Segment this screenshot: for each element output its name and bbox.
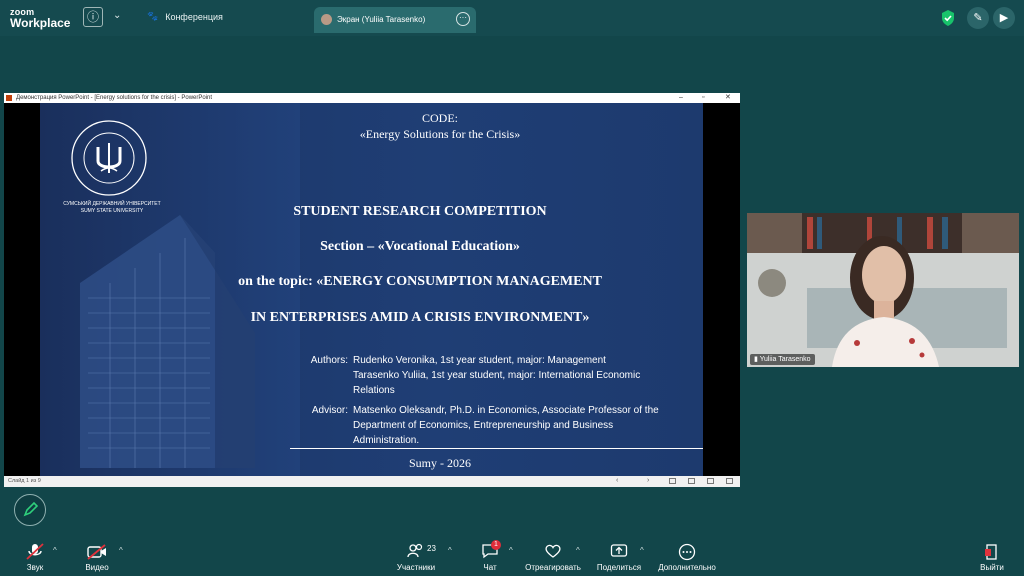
slideshow-view-icon[interactable] xyxy=(726,478,733,484)
prev-slide-icon[interactable]: ‹ xyxy=(616,477,623,484)
chat-options-chevron-icon[interactable]: ^ xyxy=(509,546,513,555)
signal-icon: ▮ xyxy=(754,356,758,363)
code-label: CODE: xyxy=(422,111,458,125)
sorter-view-icon[interactable] xyxy=(688,478,695,484)
leave-icon xyxy=(985,544,997,560)
university-emblem xyxy=(71,120,147,196)
university-name-en: SUMY STATE UNIVERSITY xyxy=(80,208,144,214)
camera-off-icon xyxy=(87,544,106,560)
advisor-line1: Matsenko Oleksandr, Ph.D. in Economics, … xyxy=(353,405,659,416)
slide-counter: Слайд 1 из 9 xyxy=(8,478,41,484)
paw-icon: 🐾 xyxy=(147,11,159,21)
close-icon[interactable]: ✕ xyxy=(725,93,731,103)
author-1: Rudenko Veronika, 1st year student, majo… xyxy=(353,355,606,366)
next-slide-icon[interactable]: › xyxy=(647,477,654,484)
advisor-label: Advisor: xyxy=(311,405,348,416)
zoom-logo: zoom Workplace xyxy=(10,8,71,30)
share-options-chevron-icon[interactable]: ^ xyxy=(640,546,644,555)
info-icon[interactable]: ⓘ xyxy=(83,7,103,27)
footer-rule xyxy=(290,448,703,449)
slide-stage: СУМСЬКИЙ ДЕРЖАВНИЙ УНІВЕРСИТЕТ SUMY STAT… xyxy=(4,103,740,476)
annotate-fab-button[interactable] xyxy=(14,494,46,526)
react-options-chevron-icon[interactable]: ^ xyxy=(576,546,580,555)
video-button[interactable]: Видео xyxy=(82,543,112,572)
share-label: Поделиться xyxy=(596,563,642,572)
topic-line2: IN ENTERPRISES AMID A CRISIS ENVIRONMENT… xyxy=(250,310,590,325)
screen-share-tab[interactable]: Экран (Yuliia Tarasenko) ··· xyxy=(314,7,476,33)
top-bar: zoom Workplace ⓘ ⌄ 🐾 Конференция Экран (… xyxy=(0,0,1024,36)
participants-label: Участники xyxy=(396,563,436,572)
participants-icon xyxy=(407,543,423,558)
chevron-down-icon[interactable]: ⌄ xyxy=(113,10,121,21)
powerpoint-window: Демонстрация PowerPoint - [Energy soluti… xyxy=(4,93,740,487)
powerpoint-statusbar: Слайд 1 из 9 ‹ › xyxy=(4,476,740,487)
leave-label: Выйти xyxy=(980,563,1004,572)
heart-icon xyxy=(545,544,561,558)
author-2-cont: Relations xyxy=(353,385,395,396)
university-name: СУМСЬКИЙ ДЕРЖАВНИЙ УНІВЕРСИТЕТ xyxy=(63,201,161,207)
annotate-pencil-icon[interactable]: ✎ xyxy=(967,7,989,29)
chat-label: Чат xyxy=(483,563,497,572)
author-2: Tarasenko Yuliia, 1st year student, majo… xyxy=(353,370,641,381)
share-button[interactable]: Поделиться xyxy=(596,543,642,572)
competition-title: STUDENT RESEARCH COMPETITION xyxy=(293,204,547,219)
participant-name: Yuliia Tarasenko xyxy=(759,356,811,363)
participant-name-tag: ▮ Yuliia Tarasenko xyxy=(750,354,815,365)
react-label: Отреагировать xyxy=(525,563,581,572)
shield-icon[interactable] xyxy=(941,10,955,26)
slide-footer: Sumy - 2026 xyxy=(408,456,471,470)
slide[interactable]: СУМСЬКИЙ ДЕРЖАВНИЙ УНІВЕРСИТЕТ SUMY STAT… xyxy=(40,103,703,476)
meeting-label: Конференция xyxy=(165,11,223,22)
topic-line1: on the topic: «ENERGY CONSUMPTION MANAGE… xyxy=(238,274,602,289)
more-label: Дополнительно xyxy=(658,563,716,572)
powerpoint-titlebar: Демонстрация PowerPoint - [Energy soluti… xyxy=(4,93,740,103)
window-title: Демонстрация PowerPoint - [Energy soluti… xyxy=(16,95,213,101)
participant-video[interactable]: ▮ Yuliia Tarasenko xyxy=(747,213,1019,367)
reading-view-icon[interactable] xyxy=(707,478,714,484)
more-button[interactable]: Дополнительно xyxy=(656,543,718,572)
share-screen-icon xyxy=(610,544,628,557)
avatar xyxy=(321,14,332,25)
logo-line2: Workplace xyxy=(10,16,71,30)
normal-view-icon[interactable] xyxy=(669,478,676,484)
minimize-icon[interactable]: – xyxy=(679,93,683,103)
authors-label: Authors: xyxy=(310,355,348,366)
leave-button[interactable]: Выйти xyxy=(978,543,1006,572)
audio-button[interactable]: Звук xyxy=(20,543,50,572)
video-options-chevron-icon[interactable]: ^ xyxy=(119,546,123,555)
advisor-line3: Administration. xyxy=(353,435,420,446)
screen-share-label: Экран (Yuliia Tarasenko) xyxy=(337,15,426,24)
powerpoint-icon xyxy=(6,95,12,101)
chat-badge: 1 xyxy=(491,540,501,550)
more-icon xyxy=(678,543,696,561)
microphone-muted-icon xyxy=(26,543,44,560)
meeting-tab[interactable]: 🐾 Конференция xyxy=(147,11,223,22)
code-value: «Energy Solutions for the Crisis» xyxy=(359,127,521,141)
video-label: Видео xyxy=(85,563,109,572)
pencil-icon xyxy=(23,501,39,517)
restore-icon[interactable]: ▫ xyxy=(702,93,704,103)
participants-button[interactable]: 23 Участники xyxy=(395,543,437,572)
video-feed xyxy=(747,213,1019,367)
audio-label: Звук xyxy=(26,563,44,572)
more-options-icon[interactable]: ··· xyxy=(456,12,470,26)
chat-button[interactable]: 1 Чат xyxy=(476,540,504,572)
react-button[interactable]: Отреагировать xyxy=(524,543,582,572)
view-options-icon[interactable]: ▶ xyxy=(993,7,1015,29)
section-title: Section – «Vocational Education» xyxy=(320,239,520,254)
audio-options-chevron-icon[interactable]: ^ xyxy=(53,546,57,555)
participants-options-chevron-icon[interactable]: ^ xyxy=(448,546,452,555)
advisor-line2: Department of Economics, Entrepreneurshi… xyxy=(353,420,614,431)
participants-count: 23 xyxy=(427,544,436,553)
